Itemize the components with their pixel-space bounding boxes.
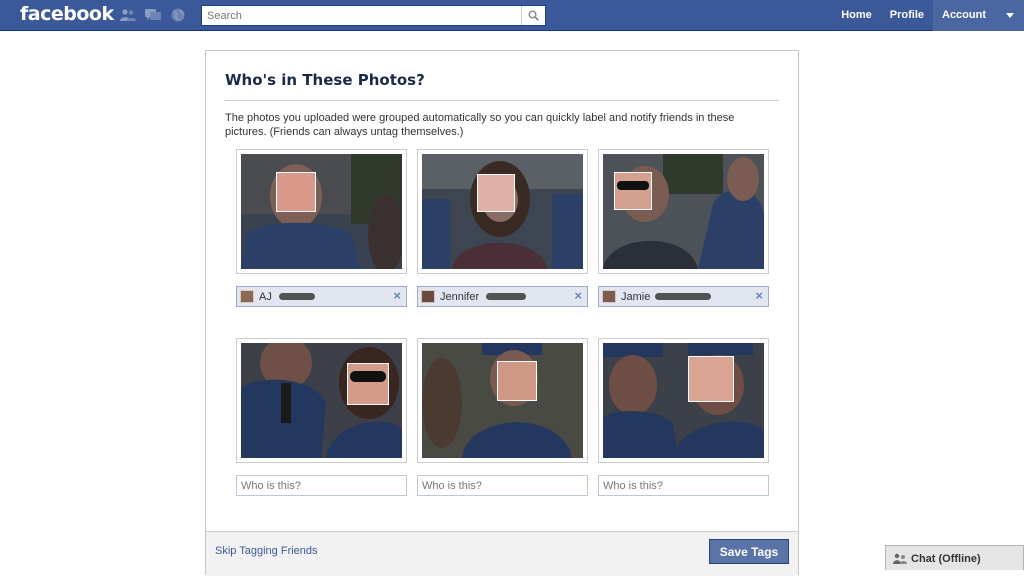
tag-chip: Jennifer × xyxy=(417,286,588,307)
chevron-down-icon xyxy=(1006,13,1014,18)
notifications-globe-icon[interactable] xyxy=(170,8,186,22)
facebook-logo[interactable]: facebook xyxy=(20,3,114,25)
sunglasses-icon xyxy=(617,181,649,190)
skip-tagging-link[interactable]: Skip Tagging Friends xyxy=(215,545,318,557)
save-tags-button[interactable]: Save Tags xyxy=(709,539,789,564)
who-is-this-input[interactable] xyxy=(417,475,588,496)
photo-thumbnail[interactable] xyxy=(417,149,588,274)
dialog-description: The photos you uploaded were grouped aut… xyxy=(225,112,735,138)
photo-thumbnail[interactable] xyxy=(598,338,769,463)
nav-account-menu[interactable]: Account xyxy=(933,0,1024,31)
face-box[interactable] xyxy=(477,174,515,212)
top-nav: Home Profile Account xyxy=(832,0,1024,31)
face-box[interactable] xyxy=(614,172,652,210)
friend-requests-icon[interactable] xyxy=(120,8,136,22)
remove-tag-icon[interactable]: × xyxy=(755,288,763,303)
nav-account-label: Account xyxy=(942,9,986,21)
nav-profile-link[interactable]: Profile xyxy=(881,0,933,31)
messages-icon[interactable] xyxy=(145,8,161,22)
photo-thumbnail[interactable] xyxy=(236,149,407,274)
friend-avatar xyxy=(421,290,435,303)
redaction-mark xyxy=(279,293,315,300)
nav-home-link[interactable]: Home xyxy=(832,0,881,31)
title-divider xyxy=(225,100,779,101)
tag-photos-dialog: Who's in These Photos? The photos you up… xyxy=(205,50,799,576)
sunglasses-icon xyxy=(350,371,386,382)
face-box[interactable] xyxy=(276,172,316,212)
who-is-this-input[interactable] xyxy=(598,475,769,496)
redaction-mark xyxy=(486,293,526,300)
tag-name[interactable]: AJ xyxy=(259,291,272,303)
search-button[interactable] xyxy=(521,6,545,25)
dialog-footer: Skip Tagging Friends Save Tags xyxy=(206,531,798,576)
search-box xyxy=(201,5,546,26)
tag-name[interactable]: Jamie xyxy=(621,291,650,303)
photo-thumbnail[interactable] xyxy=(417,338,588,463)
tag-name[interactable]: Jennifer xyxy=(440,291,479,303)
top-bar: facebook Home Profile Account xyxy=(0,0,1024,31)
search-icon xyxy=(528,10,539,21)
tag-chip: Jamie × xyxy=(598,286,769,307)
chat-people-icon xyxy=(893,553,907,564)
chat-status-label: Chat (Offline) xyxy=(911,553,981,565)
remove-tag-icon[interactable]: × xyxy=(574,288,582,303)
face-box[interactable] xyxy=(347,363,389,405)
dialog-title: Who's in These Photos? xyxy=(225,71,425,89)
photo-image xyxy=(241,154,402,269)
face-box[interactable] xyxy=(497,361,537,401)
face-box[interactable] xyxy=(688,356,734,402)
chat-bar[interactable]: Chat (Offline) xyxy=(885,545,1024,570)
who-is-this-input[interactable] xyxy=(236,475,407,496)
photo-image xyxy=(603,343,764,458)
friend-avatar xyxy=(602,290,616,303)
search-input[interactable] xyxy=(202,6,520,26)
tag-chip: AJ × xyxy=(236,286,407,307)
friend-avatar xyxy=(240,290,254,303)
remove-tag-icon[interactable]: × xyxy=(393,288,401,303)
photo-thumbnail[interactable] xyxy=(598,149,769,274)
photo-thumbnail[interactable] xyxy=(236,338,407,463)
redaction-mark xyxy=(655,293,711,300)
